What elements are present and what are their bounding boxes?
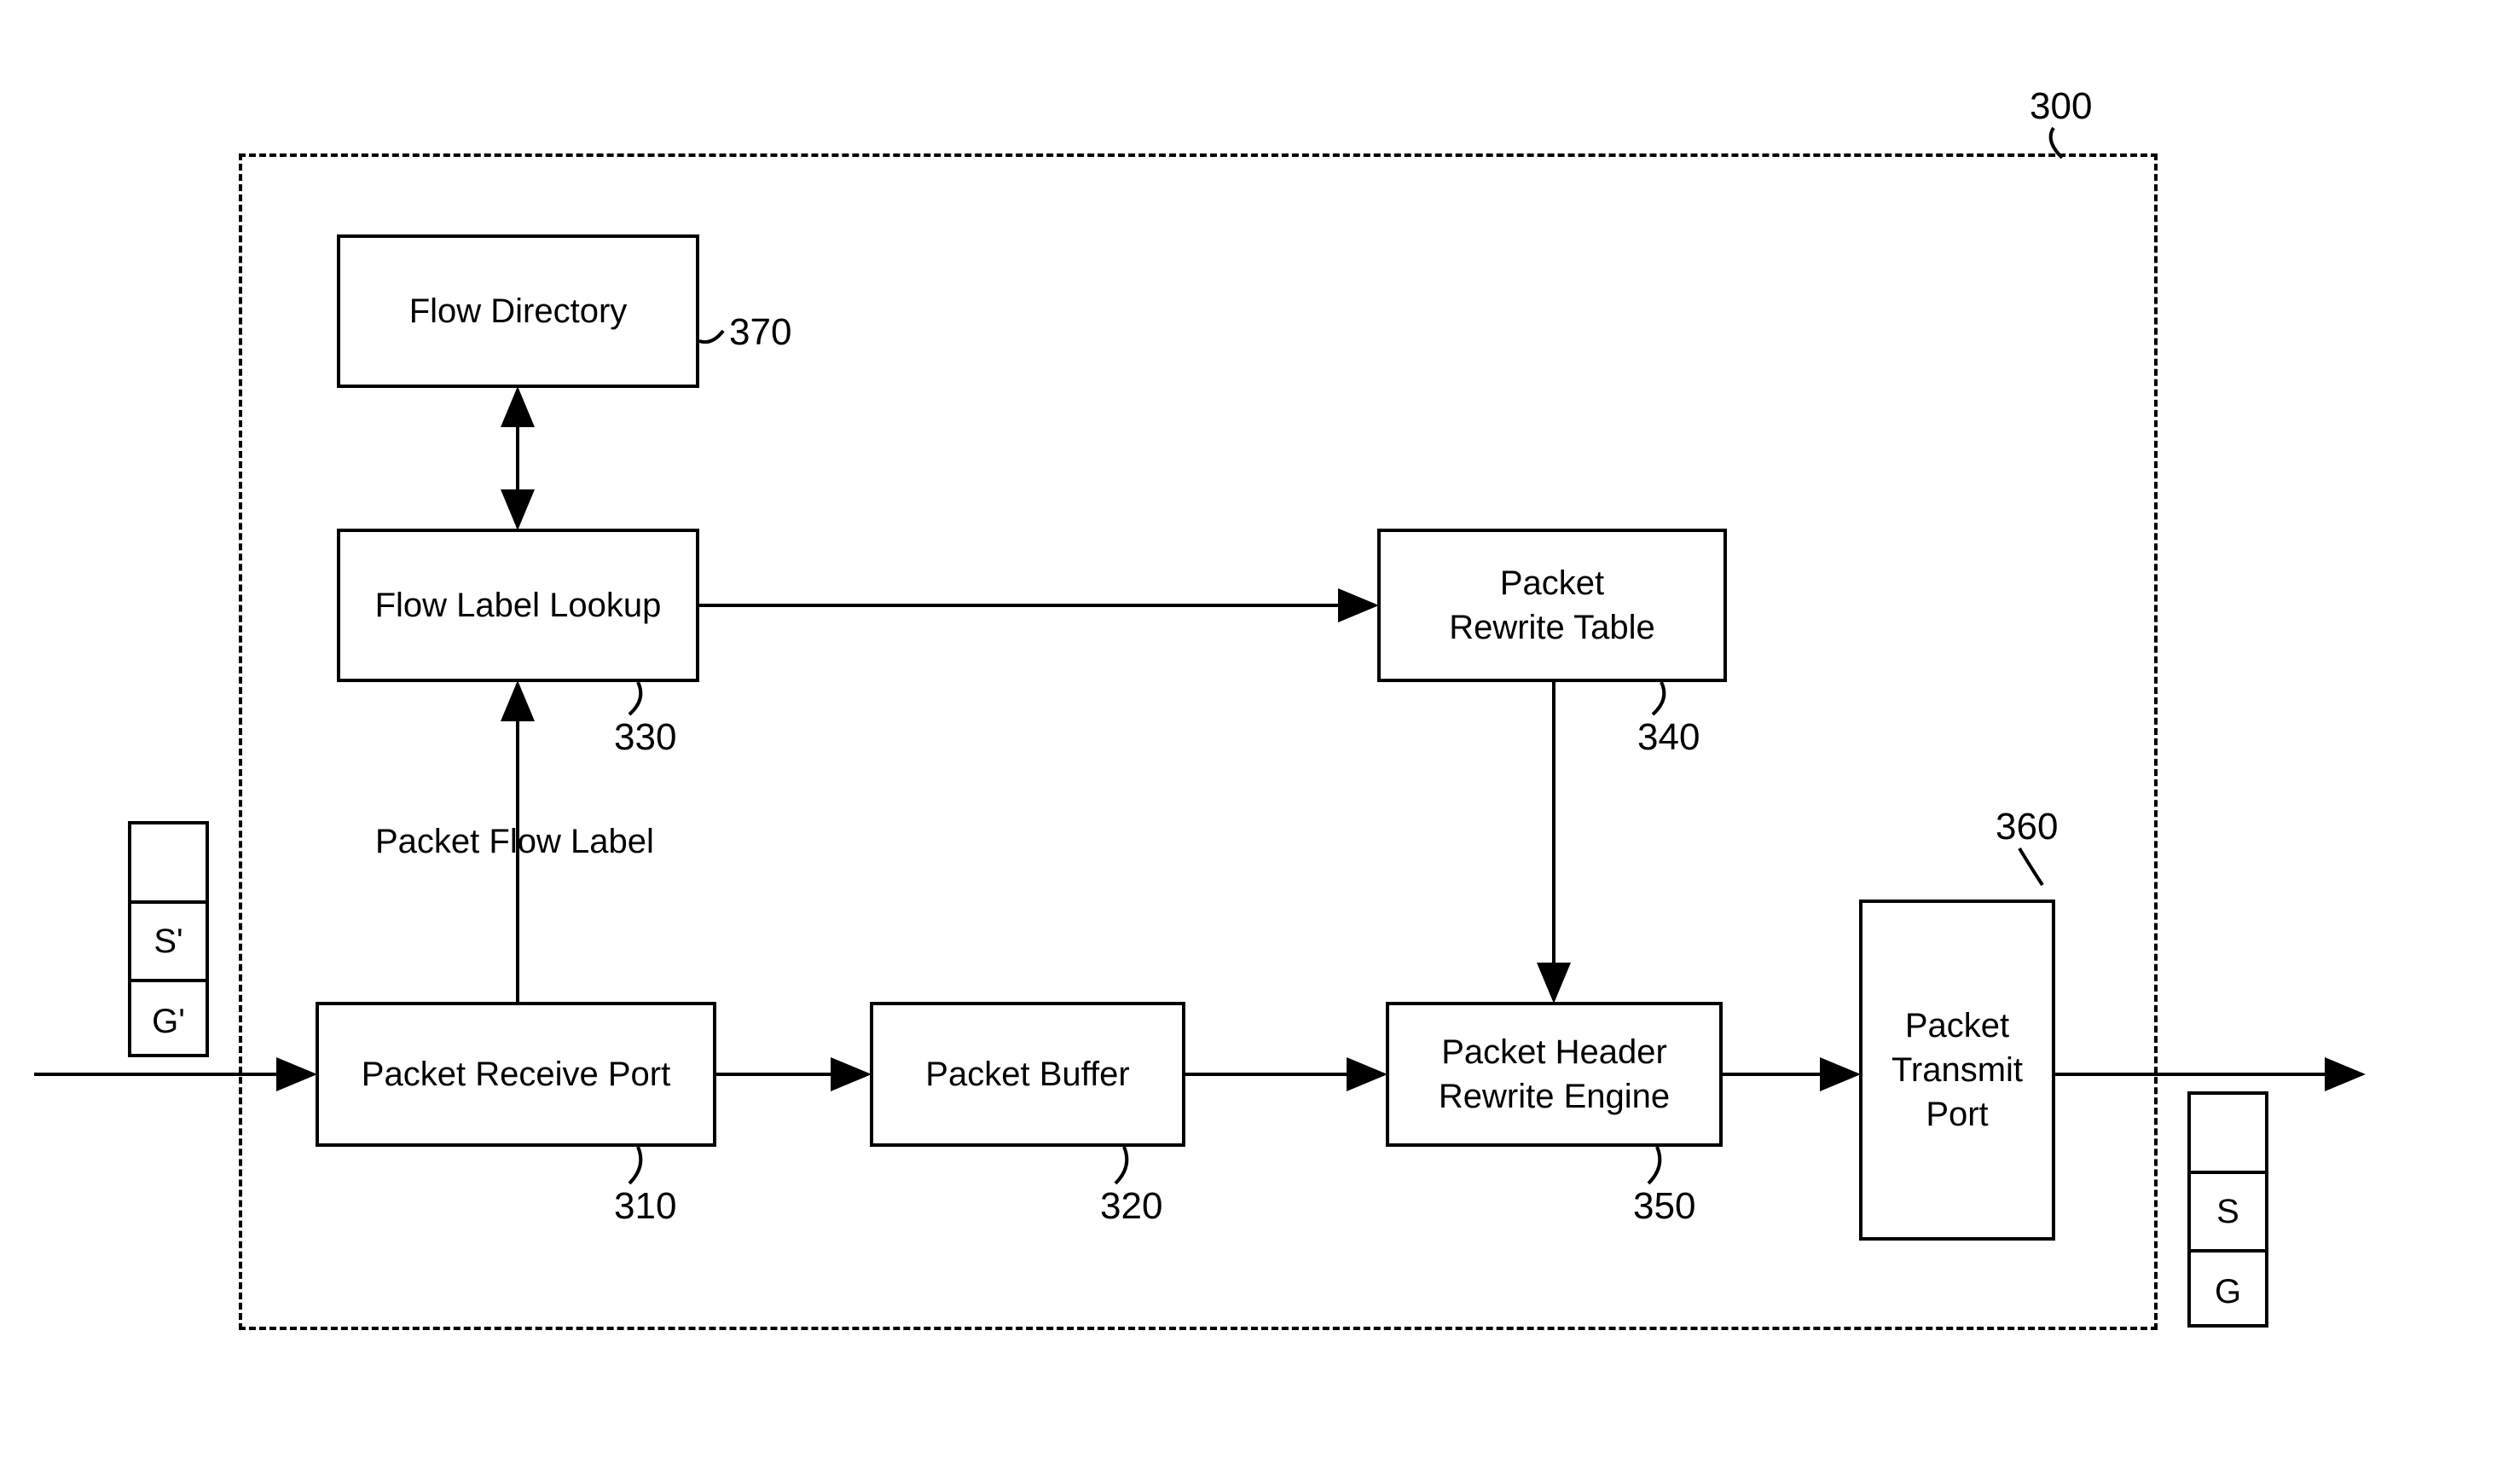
- packet-receive-port-label: Packet Receive Port: [362, 1052, 670, 1096]
- output-packet: S G: [2187, 1091, 2268, 1328]
- packet-rewrite-table-box: Packet Rewrite Table: [1377, 529, 1727, 682]
- flow-directory-box: Flow Directory: [337, 234, 699, 388]
- packet-flow-label-text: Packet Flow Label: [375, 823, 654, 861]
- input-packet-bot: G': [152, 1003, 185, 1041]
- packet-buffer-label: Packet Buffer: [925, 1052, 1129, 1096]
- input-packet: S' G': [128, 821, 209, 1057]
- packet-rewrite-table-label: Packet Rewrite Table: [1449, 561, 1655, 650]
- packet-header-rewrite-engine-box: Packet Header Rewrite Engine: [1386, 1002, 1723, 1147]
- ref-370: 370: [729, 311, 791, 354]
- ref-310: 310: [614, 1185, 676, 1228]
- packet-buffer-box: Packet Buffer: [870, 1002, 1185, 1147]
- flow-directory-label: Flow Directory: [409, 289, 628, 333]
- output-packet-bot: G: [2215, 1273, 2241, 1311]
- packet-transmit-port-box: Packet Transmit Port: [1859, 900, 2055, 1241]
- output-packet-mid: S: [2216, 1193, 2239, 1231]
- packet-receive-port-box: Packet Receive Port: [316, 1002, 716, 1147]
- flow-label-lookup-label: Flow Label Lookup: [375, 583, 662, 628]
- packet-transmit-port-label: Packet Transmit Port: [1891, 1004, 2023, 1137]
- ref-360: 360: [1996, 806, 2058, 848]
- ref-340: 340: [1637, 716, 1700, 759]
- ref-320: 320: [1100, 1185, 1162, 1228]
- input-packet-mid: S': [154, 923, 182, 961]
- packet-header-rewrite-engine-label: Packet Header Rewrite Engine: [1439, 1030, 1670, 1119]
- ref-300: 300: [2030, 85, 2092, 128]
- ref-350: 350: [1633, 1185, 1695, 1228]
- flow-label-lookup-box: Flow Label Lookup: [337, 529, 699, 682]
- ref-330: 330: [614, 716, 676, 759]
